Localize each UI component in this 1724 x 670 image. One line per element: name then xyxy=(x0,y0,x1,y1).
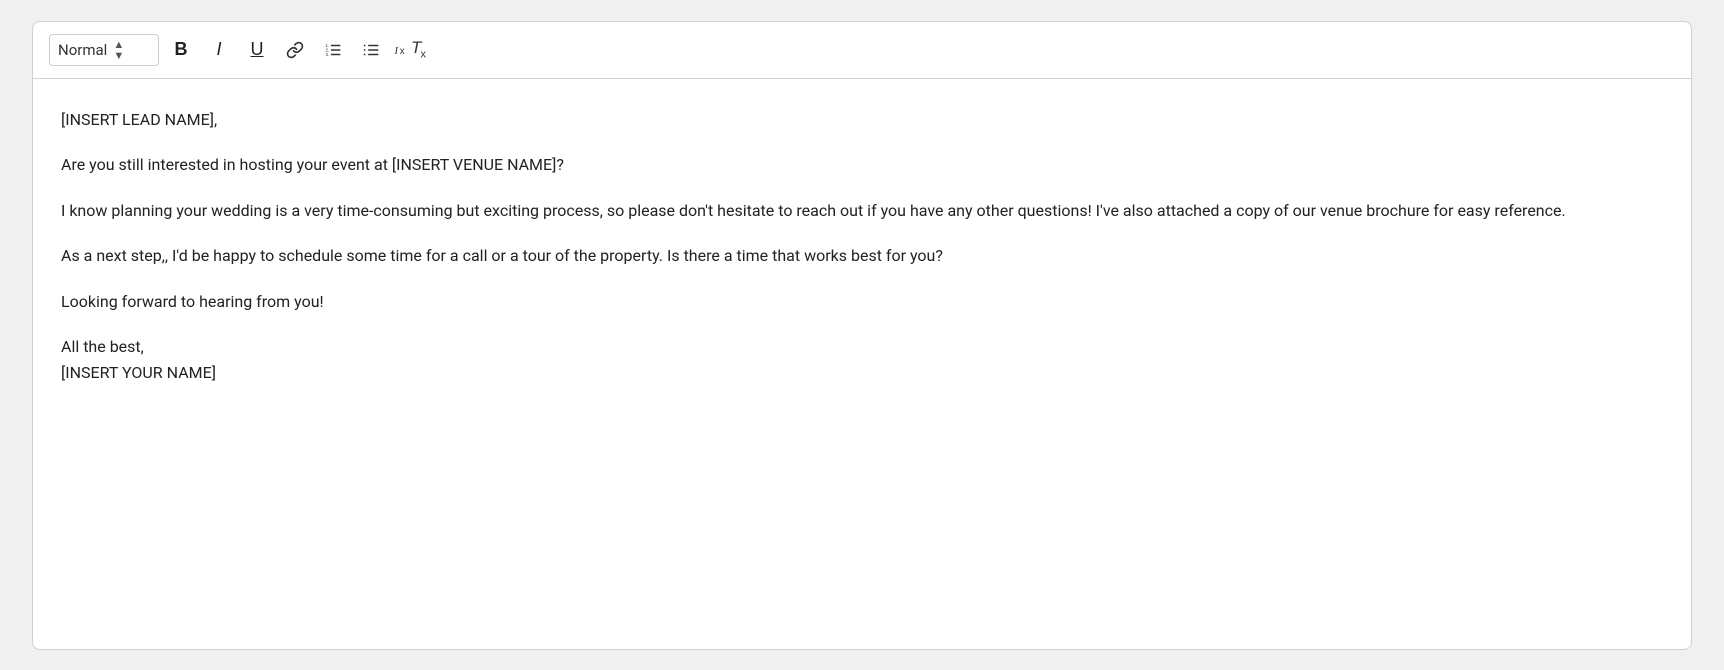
link-button[interactable] xyxy=(279,34,311,66)
underline-button[interactable]: U xyxy=(241,34,273,66)
editor-container: Normal ▲ ▼ B I U xyxy=(32,21,1692,650)
clear-format-label: Tx xyxy=(411,38,425,60)
style-arrows: ▲ ▼ xyxy=(113,39,124,61)
paragraph-6: All the best, [INSERT YOUR NAME] xyxy=(61,334,1663,385)
bold-label: B xyxy=(175,39,188,60)
svg-text:3.: 3. xyxy=(326,52,330,57)
italic-label: I xyxy=(216,39,221,60)
unordered-list-button[interactable] xyxy=(355,34,387,66)
link-icon xyxy=(286,41,304,59)
toolbar: Normal ▲ ▼ B I U xyxy=(33,22,1691,79)
clear-format-button[interactable]: I x Tx xyxy=(393,34,425,66)
paragraph-2: Are you still interested in hosting your… xyxy=(61,152,1663,178)
style-label: Normal xyxy=(58,41,107,59)
bold-button[interactable]: B xyxy=(165,34,197,66)
italic-button[interactable]: I xyxy=(203,34,235,66)
unordered-list-icon xyxy=(362,41,380,59)
name-placeholder: [INSERT YOUR NAME] xyxy=(61,363,216,382)
paragraph-1: [INSERT LEAD NAME], xyxy=(61,107,1663,133)
paragraph-4: As a next step,, I'd be happy to schedul… xyxy=(61,243,1663,269)
ordered-list-button[interactable]: 1. 2. 3. xyxy=(317,34,349,66)
paragraph-3: I know planning your wedding is a very t… xyxy=(61,198,1663,224)
svg-text:I: I xyxy=(394,45,399,56)
style-selector[interactable]: Normal ▲ ▼ xyxy=(49,34,159,66)
underline-label: U xyxy=(251,39,264,60)
ordered-list-icon: 1. 2. 3. xyxy=(324,41,342,59)
svg-text:x: x xyxy=(400,45,405,56)
clear-format-icon: I x xyxy=(393,41,411,59)
content-area[interactable]: [INSERT LEAD NAME], Are you still intere… xyxy=(33,79,1691,649)
paragraph-5: Looking forward to hearing from you! xyxy=(61,289,1663,315)
closing-text: All the best, xyxy=(61,337,144,356)
